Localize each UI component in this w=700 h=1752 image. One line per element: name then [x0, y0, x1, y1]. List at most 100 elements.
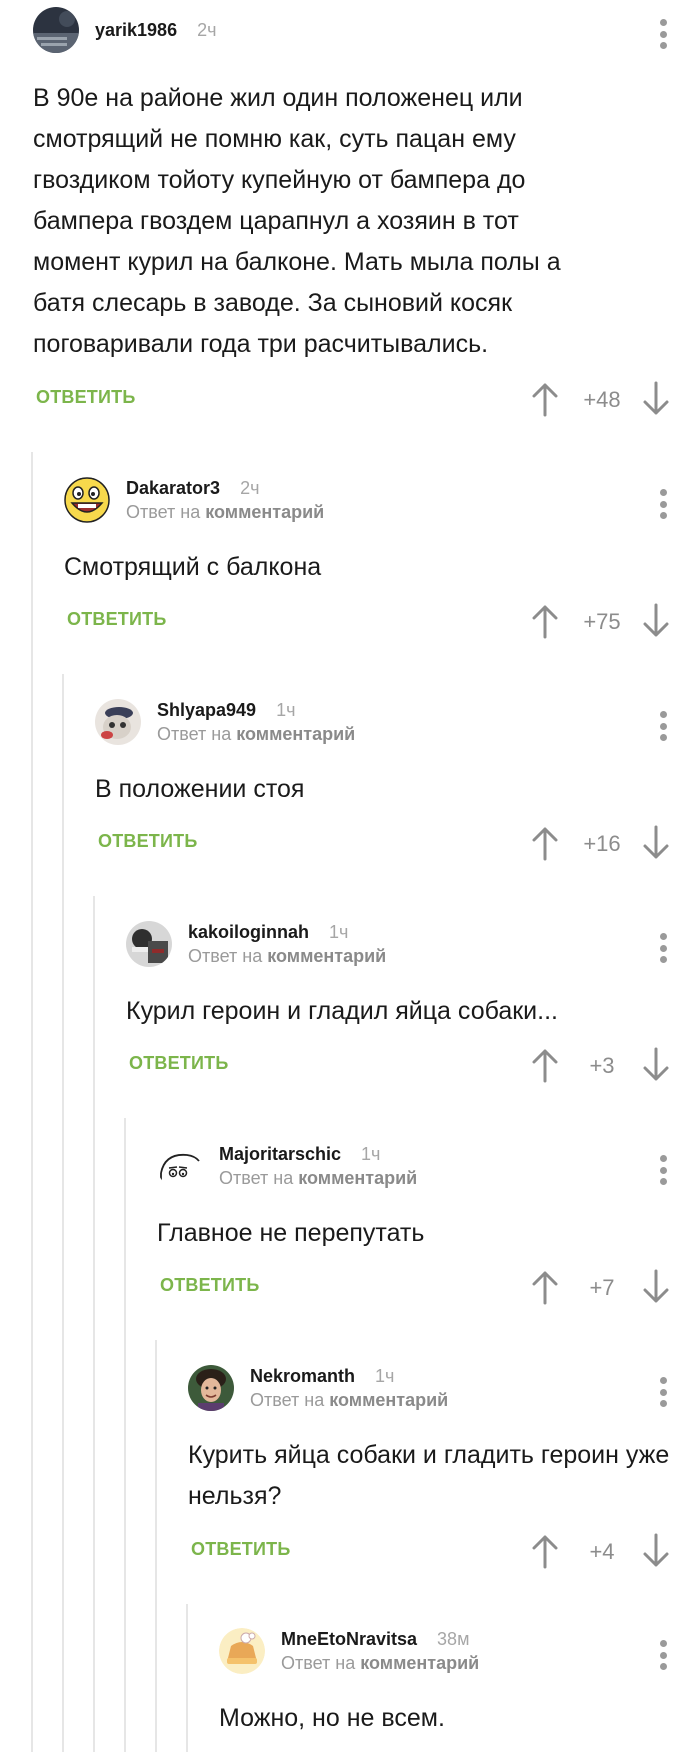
- more-vertical-icon: [659, 489, 667, 496]
- parent-comment-link[interactable]: комментарий: [267, 946, 386, 966]
- rating-score: +75: [583, 609, 621, 634]
- comment-text: В положении стоя: [95, 775, 305, 803]
- username[interactable]: yarik1986: [95, 20, 177, 41]
- more-options-button[interactable]: [653, 1377, 673, 1407]
- reply-button[interactable]: ОТВЕТИТЬ: [67, 609, 166, 630]
- more-options-button[interactable]: [653, 711, 673, 741]
- arrow-up-icon: [532, 1535, 558, 1569]
- parent-comment-link[interactable]: комментарий: [360, 1653, 479, 1673]
- rating-score: +3: [589, 1053, 615, 1078]
- rating-score: +16: [583, 831, 621, 856]
- thread-line: [155, 1340, 157, 1752]
- comment-actions: ОТВЕТИТЬ +48: [33, 379, 681, 419]
- arrow-down-icon: [643, 603, 669, 637]
- timestamp: 38м: [437, 1628, 470, 1649]
- parent-comment-link[interactable]: комментарий: [236, 724, 355, 744]
- downvote-button[interactable]: [640, 379, 672, 419]
- arrow-up-icon: [532, 827, 558, 861]
- timestamp: 2ч: [197, 19, 217, 40]
- more-vertical-icon: [659, 711, 667, 718]
- username[interactable]: kakoiloginnah: [188, 922, 309, 943]
- more-vertical-icon: [659, 1155, 667, 1162]
- comment-header: Majoritarschic 1ч Ответ на комментарий: [157, 1141, 417, 1191]
- more-vertical-icon: [659, 19, 667, 26]
- reply-button[interactable]: ОТВЕТИТЬ: [36, 387, 135, 408]
- arrow-up-icon: [532, 605, 558, 639]
- upvote-button[interactable]: [529, 379, 561, 419]
- more-vertical-icon: [659, 1640, 667, 1647]
- rating-score: +48: [583, 387, 621, 412]
- upvote-button[interactable]: [529, 1045, 561, 1085]
- parent-comment-link[interactable]: комментарий: [298, 1168, 417, 1188]
- more-options-button[interactable]: [653, 933, 673, 963]
- more-options-button[interactable]: [653, 1155, 673, 1185]
- arrow-up-icon: [532, 383, 558, 417]
- avatar[interactable]: [95, 699, 141, 745]
- comment-actions: ОТВЕТИТЬ +16: [95, 823, 681, 863]
- arrow-up-icon: [532, 1271, 558, 1305]
- comment-actions: ОТВЕТИТЬ +75: [64, 601, 681, 641]
- more-options-button[interactable]: [653, 1640, 673, 1670]
- upvote-button[interactable]: [529, 823, 561, 863]
- more-options-button[interactable]: [653, 19, 673, 49]
- timestamp: 1ч: [276, 699, 296, 720]
- downvote-button[interactable]: [640, 1045, 672, 1085]
- avatar[interactable]: [33, 7, 79, 53]
- downvote-button[interactable]: [640, 823, 672, 863]
- thread-line: [186, 1604, 188, 1752]
- comment-header: kakoiloginnah 1ч Ответ на комментарий: [126, 919, 386, 969]
- reply-button[interactable]: ОТВЕТИТЬ: [129, 1053, 228, 1074]
- downvote-button[interactable]: [640, 1267, 672, 1307]
- arrow-down-icon: [643, 1533, 669, 1567]
- avatar[interactable]: [157, 1143, 203, 1189]
- comment-text: Курил героин и гладил яйца собаки...: [126, 997, 558, 1025]
- username[interactable]: MneEtoNravitsa: [281, 1629, 417, 1650]
- thread-line: [31, 452, 33, 1752]
- thread-line: [62, 674, 64, 1752]
- reply-to: Ответ на комментарий: [157, 723, 356, 744]
- upvote-button[interactable]: [529, 1267, 561, 1307]
- reply-button[interactable]: ОТВЕТИТЬ: [191, 1539, 290, 1560]
- thread-line: [124, 1118, 126, 1752]
- parent-comment-link[interactable]: комментарий: [329, 1390, 448, 1410]
- upvote-button[interactable]: [529, 601, 561, 641]
- avatar[interactable]: [219, 1628, 265, 1674]
- username[interactable]: Shlyapa949: [157, 700, 256, 721]
- comment-actions: ОТВЕТИТЬ +7: [157, 1267, 681, 1307]
- more-vertical-icon: [659, 933, 667, 940]
- avatar[interactable]: [188, 1365, 234, 1411]
- timestamp: 2ч: [240, 477, 260, 498]
- reply-to: Ответ на комментарий: [250, 1389, 449, 1410]
- comment-actions: ОТВЕТИТЬ +4: [188, 1531, 681, 1571]
- reply-button[interactable]: ОТВЕТИТЬ: [160, 1275, 259, 1296]
- avatar[interactable]: [126, 921, 172, 967]
- comment-text: Смотрящий с балкона: [64, 553, 322, 581]
- avatar[interactable]: [64, 477, 110, 523]
- reply-to: Ответ на комментарий: [126, 501, 325, 522]
- comment-header: Shlyapa949 1ч Ответ на комментарий: [95, 697, 355, 747]
- rating-score: +7: [589, 1275, 615, 1300]
- reply-to: Ответ на комментарий: [219, 1167, 418, 1188]
- thread-line: [93, 896, 95, 1752]
- reply-button[interactable]: ОТВЕТИТЬ: [98, 831, 197, 852]
- downvote-button[interactable]: [640, 1531, 672, 1571]
- downvote-button[interactable]: [640, 601, 672, 641]
- comment-header: yarik1986 2ч: [33, 5, 216, 55]
- comment-text: Курить яйца собаки и гладить героин уже …: [188, 1441, 670, 1510]
- username[interactable]: Nekromanth: [250, 1366, 355, 1387]
- arrow-up-icon: [532, 1049, 558, 1083]
- comment-text: Главное не перепутать: [157, 1219, 425, 1247]
- comment-text: Можно, но не всем.: [219, 1704, 445, 1732]
- parent-comment-link[interactable]: комментарий: [205, 502, 324, 522]
- more-vertical-icon: [659, 1377, 667, 1384]
- comment-text: В 90е на районе жил один положенец или с…: [33, 84, 561, 358]
- username[interactable]: Majoritarschic: [219, 1144, 341, 1165]
- arrow-down-icon: [643, 1269, 669, 1303]
- arrow-down-icon: [643, 381, 669, 415]
- more-options-button[interactable]: [653, 489, 673, 519]
- rating-score: +4: [589, 1539, 615, 1564]
- comment-header: Dakarator3 2ч Ответ на комментарий: [64, 475, 324, 525]
- username[interactable]: Dakarator3: [126, 478, 220, 499]
- upvote-button[interactable]: [529, 1531, 561, 1571]
- arrow-down-icon: [643, 1047, 669, 1081]
